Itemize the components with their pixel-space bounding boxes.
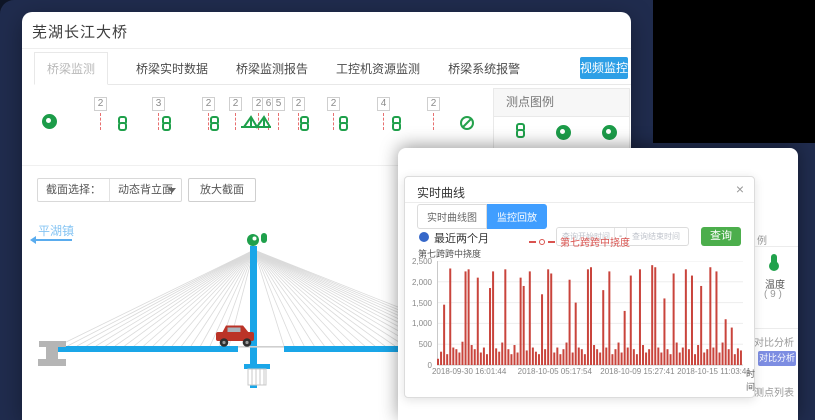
point-list-label: 测点列表 (754, 384, 794, 399)
modal-header: 实时曲线 × (405, 177, 754, 203)
prohibit-icon (460, 116, 474, 130)
compare-analysis-button[interactable]: 对比分析 (758, 351, 796, 366)
pylon-footing-cap (244, 364, 270, 369)
sensor-drop-line (333, 113, 334, 130)
x-tick-label: 2018-10-09 15:27:41 (600, 367, 674, 376)
divider (755, 246, 798, 247)
legend-panel-header: 测点图例 (494, 89, 629, 117)
chain-link-icon (300, 116, 312, 133)
temperature-count: ( 9 ) (764, 289, 782, 300)
modal-tab-实时曲线图[interactable]: 实时曲线图 (417, 204, 487, 229)
query-start-input[interactable] (557, 228, 614, 245)
sensor-count-badge: 2 (94, 97, 107, 111)
tab-桥梁实时数据[interactable]: 桥梁实时数据 (136, 53, 208, 84)
page-title: 芜湖长江大桥 (32, 21, 128, 42)
sensor-count-badge: 2 (427, 97, 440, 111)
divider (22, 48, 631, 49)
overlay-window: 例 温度 ( 9 ) 对比分析 对比分析 测点列表 实时曲线 × 实时曲线图监控… (398, 148, 798, 420)
sensor-drop-line (235, 113, 236, 130)
sensor-drop-line (383, 113, 384, 130)
y-tick-label: 1,500 (412, 299, 432, 308)
gauge-icon (42, 114, 57, 129)
chain-link-icon (516, 123, 528, 140)
x-axis-labels: 2018-09-30 16:01:442018-10-05 05:17:5420… (437, 367, 743, 379)
sensor-count-badge: 3 (152, 97, 165, 111)
modal-title: 实时曲线 (417, 184, 465, 201)
thermometer-icon (771, 254, 777, 266)
sensor-count-badge: 5 (272, 97, 285, 111)
chain-link-icon (162, 116, 174, 133)
x-tick-label: 2018-09-30 16:01:44 (432, 367, 506, 376)
chain-link-icon (118, 116, 130, 133)
y-tick-label: 2,000 (412, 278, 432, 287)
sensor-drop-line (298, 113, 299, 130)
x-axis-title: 时间 (746, 367, 755, 393)
section-select-value: 动态背立面 (118, 184, 173, 196)
deflection-bars (437, 265, 742, 365)
video-monitor-button[interactable]: 视频监控 (580, 57, 628, 79)
gauge-icon (602, 125, 617, 140)
chart-plot-svg (437, 261, 744, 367)
y-axis-labels: 05001,0001,5002,0002,500 (405, 261, 434, 365)
chevron-down-icon (168, 188, 176, 193)
gauge-icon (556, 125, 571, 140)
tab-桥梁监测报告[interactable]: 桥梁监测报告 (236, 53, 308, 84)
query-end-input[interactable] (627, 228, 684, 245)
close-icon[interactable]: × (736, 181, 744, 197)
recent-two-months-radio[interactable] (419, 232, 429, 242)
date-range-picker: - (556, 227, 689, 246)
sensor-drop-line (208, 113, 209, 130)
screen: 芜湖长江大桥 桥梁监测桥梁实时数据桥梁监测报告工控机资源监测桥梁系统报警 视频监… (0, 0, 815, 420)
y-tick-label: 2,500 (412, 257, 432, 266)
tab-工控机资源监测[interactable]: 工控机资源监测 (336, 53, 420, 84)
legend-line (548, 241, 555, 243)
realtime-curve-modal: 实时曲线 × 实时曲线图监控回放 最近两个月 - 查询 第七跨跨中挠度 第七跨跨… (404, 176, 755, 398)
sensor-drop-line (158, 113, 159, 130)
sensor-drop-line (100, 113, 101, 130)
sensor-count-badge: 4 (377, 97, 390, 111)
chain-link-icon (210, 116, 222, 133)
pylon-top-sensor-icon (247, 233, 267, 246)
sensor-count-badge: 2 (202, 97, 215, 111)
modal-tab-监控回放[interactable]: 监控回放 (487, 204, 547, 229)
section-select-dropdown[interactable]: 动态背立面 (109, 179, 181, 201)
sensor-drop-line (278, 113, 279, 130)
sensor-count-badge: 2 (292, 97, 305, 111)
car (216, 326, 254, 347)
strip-legend-header-partial: 例 (757, 232, 767, 247)
y-tick-label: 1,000 (412, 319, 432, 328)
left-pier (38, 341, 66, 366)
legend-marker-icon (539, 239, 545, 245)
bridge-deck-left (57, 346, 238, 352)
y-tick-label: 500 (419, 340, 432, 349)
legend-panel: 测点图例 (493, 88, 630, 154)
chain-link-icon (339, 116, 351, 133)
desktop-dark-region (653, 0, 815, 143)
tab-桥梁监测[interactable]: 桥梁监测 (34, 52, 108, 85)
tab-bar: 桥梁监测桥梁实时数据桥梁监测报告工控机资源监测桥梁系统报警 (34, 55, 631, 85)
pylon-piles (248, 369, 266, 385)
chain-link-icon (392, 116, 404, 133)
x-tick-label: 2018-10-15 11:03:41 (677, 367, 751, 376)
bridge-truss-icon (240, 113, 272, 130)
tab-桥梁系统报警[interactable]: 桥梁系统报警 (448, 53, 520, 84)
divider (755, 328, 798, 329)
sensor-drop-line (433, 113, 434, 130)
enlarge-section-button[interactable]: 放大截面 (188, 178, 256, 202)
section-selector: 截面选择： 动态背立面 (37, 178, 182, 202)
compare-section-label: 对比分析 (754, 334, 794, 349)
range-separator: - (614, 228, 627, 245)
query-button[interactable]: 查询 (701, 227, 741, 246)
legend-line (529, 241, 536, 243)
sensor-count-badge: 2 (229, 97, 242, 111)
modal-tab-group: 实时曲线图监控回放 (417, 204, 547, 229)
section-select-label: 截面选择： (38, 179, 109, 201)
x-tick-label: 2018-10-05 05:17:54 (518, 367, 592, 376)
recent-two-months-label: 最近两个月 (434, 230, 489, 246)
sensor-count-badge: 2 (327, 97, 340, 111)
